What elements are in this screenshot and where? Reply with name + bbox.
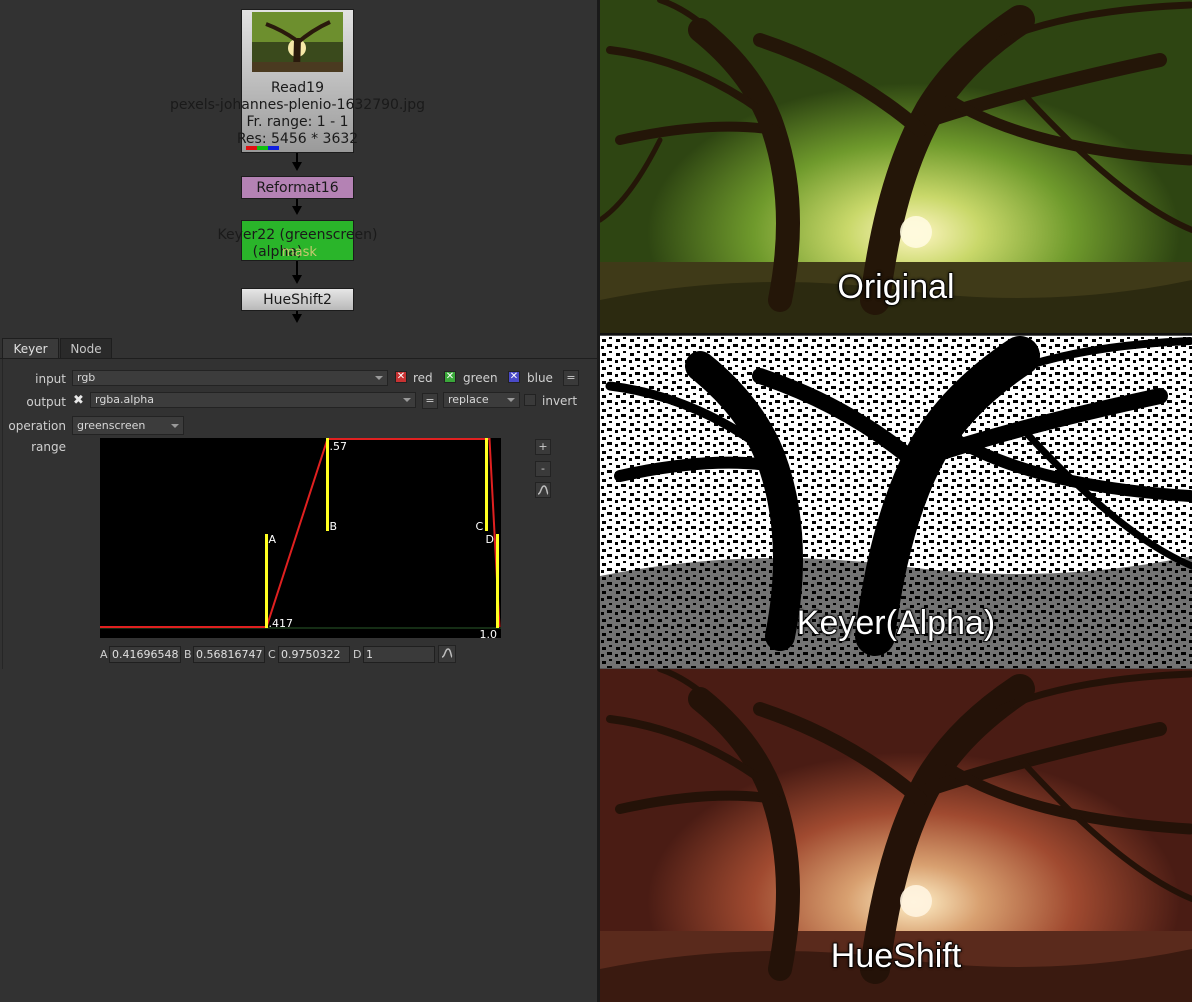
curve-fit-button[interactable] — [535, 482, 551, 498]
node-graph[interactable]: Read19 pexels-johannes-plenio-1632790.jp… — [0, 0, 598, 336]
hueshift-node-label: HueShift2 — [263, 292, 332, 308]
range-curve[interactable]: A B CD .57 .417 1.0 — [100, 438, 501, 641]
read-node-res: Res: 5456 * 3632 — [236, 131, 359, 147]
input-label: input — [35, 372, 66, 386]
blue-channel-indicator — [268, 146, 279, 150]
hueshift-node[interactable]: HueShift2 — [241, 288, 354, 311]
blue-label: blue — [527, 371, 553, 385]
curve-top-value: .57 — [330, 440, 348, 453]
properties-tabs: Keyer Node — [0, 336, 597, 359]
invert-checkbox[interactable] — [524, 394, 536, 406]
curve-label-D: D — [486, 533, 494, 546]
connection-keyer-hueshift — [296, 261, 298, 276]
tab-node[interactable]: Node — [60, 338, 112, 358]
blue-checkbox[interactable]: ✕ — [508, 371, 520, 383]
curve-zoom-out-button[interactable]: - — [535, 461, 551, 477]
keyer-node-label: Keyer22 (greenscreen) — [217, 227, 378, 243]
red-checkbox[interactable]: ✕ — [395, 371, 407, 383]
left-pane: Read19 pexels-johannes-plenio-1632790.jp… — [0, 0, 598, 1002]
green-label: green — [463, 371, 498, 385]
curve-label-C: C — [476, 520, 484, 533]
viewer-stack: Original Keyer(Alpha) HueShift — [600, 0, 1192, 1002]
arrow-icon — [292, 314, 302, 323]
C-field[interactable]: 0.9750322 — [278, 646, 350, 663]
replace-dropdown[interactable]: replace — [443, 392, 520, 408]
properties-panel: Keyer Node — [0, 336, 597, 1002]
reformat-node[interactable]: Reformat16 — [241, 176, 354, 199]
A-label: A — [100, 648, 108, 661]
keyer-node[interactable]: Keyer22 (greenscreen) (alpha) mask — [218, 220, 377, 261]
chevron-down-icon — [375, 376, 383, 380]
read-node-range: Fr. range: 1 - 1 — [246, 114, 349, 130]
hueshift-caption: HueShift — [830, 936, 962, 976]
invert-label: invert — [542, 394, 578, 408]
range-label: range — [31, 440, 66, 454]
reformat-node-label: Reformat16 — [256, 180, 339, 196]
curve-label-A: A — [269, 533, 277, 546]
replace-dropdown-value: replace — [448, 393, 489, 406]
original-caption: Original — [837, 267, 956, 307]
viewer-keyer-alpha: Keyer(Alpha) — [600, 335, 1192, 669]
input-dropdown-value: rgb — [77, 371, 96, 384]
operation-dropdown[interactable]: greenscreen — [72, 416, 184, 435]
red-channel-indicator — [246, 146, 257, 150]
red-label: red — [413, 371, 433, 385]
read-node-name: Read19 — [271, 80, 324, 96]
viewer-hueshift: HueShift — [600, 669, 1192, 1002]
D-label: D — [353, 648, 362, 661]
C-label: C — [268, 648, 276, 661]
B-field[interactable]: 0.56816747 — [193, 646, 265, 663]
output-dropdown-value: rgba.alpha — [95, 393, 155, 406]
keyer-caption: Keyer(Alpha) — [796, 603, 996, 643]
operation-label: operation — [8, 419, 66, 433]
curve-bottom-value: .417 — [269, 617, 294, 630]
curve-end-value: 1.0 — [480, 628, 498, 638]
abcd-curve-button[interactable] — [438, 645, 456, 663]
range-curve-editor[interactable]: A B C D .57 .417 1.0 — [100, 438, 501, 641]
green-checkbox[interactable]: ✕ — [444, 371, 456, 383]
curve-label-B: B — [330, 520, 338, 533]
chevron-down-icon — [403, 398, 411, 402]
output-close-icon[interactable]: ✖ — [73, 393, 84, 408]
input-link-button[interactable]: = — [563, 370, 579, 386]
read-node[interactable]: Read19 pexels-johannes-plenio-1632790.jp… — [170, 9, 425, 153]
output-label: output — [26, 395, 66, 409]
read-node-file: pexels-johannes-plenio-1632790.jpg — [169, 97, 426, 113]
output-link-button[interactable]: = — [422, 393, 438, 409]
curve-icon — [537, 485, 549, 495]
green-channel-indicator — [257, 146, 268, 150]
B-label: B — [184, 648, 192, 661]
input-dropdown[interactable]: rgb — [72, 370, 388, 386]
curve-icon — [441, 648, 453, 658]
A-field[interactable]: 0.41696548 — [109, 646, 181, 663]
chevron-down-icon — [507, 398, 515, 402]
chevron-down-icon — [171, 424, 179, 428]
D-field[interactable]: 1 — [363, 646, 435, 663]
arrow-icon — [292, 206, 302, 215]
tab-keyer[interactable]: Keyer — [2, 338, 59, 358]
viewer-original: Original — [600, 0, 1192, 333]
output-dropdown[interactable]: rgba.alpha — [90, 392, 416, 408]
curve-background — [100, 438, 501, 638]
operation-dropdown-value: greenscreen — [77, 419, 146, 432]
arrow-icon — [292, 162, 302, 171]
read-thumbnail — [252, 12, 343, 72]
keyer-mask-input[interactable]: mask — [282, 245, 353, 260]
arrow-icon — [292, 275, 302, 284]
curve-zoom-in-button[interactable]: + — [535, 439, 551, 455]
